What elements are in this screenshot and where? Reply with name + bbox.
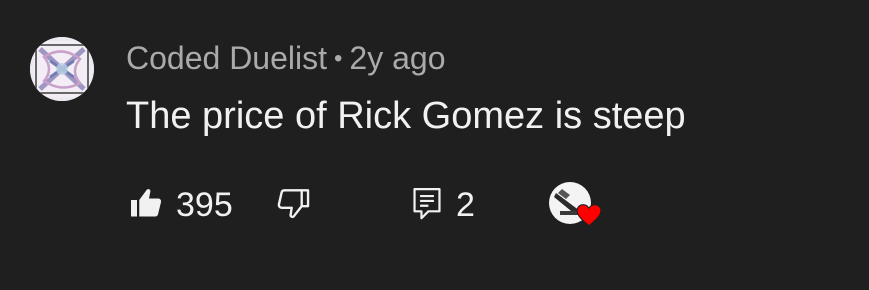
reply-comment-icon [410, 185, 444, 226]
reply-button[interactable]: 2 [410, 180, 475, 230]
like-button[interactable]: 395 [128, 180, 233, 230]
creator-heart-icon [576, 203, 602, 232]
dislike-button[interactable] [274, 180, 312, 230]
like-count: 395 [176, 185, 233, 224]
comment-card: Coded Duelist • 2y ago The price of Rick G… [0, 0, 869, 290]
creator-avatar [548, 181, 602, 227]
thumbs-up-icon [128, 185, 164, 226]
comment-meta: Coded Duelist • 2y ago [126, 38, 445, 82]
thumbs-down-icon [274, 184, 312, 227]
author-name[interactable]: Coded Duelist [126, 40, 327, 76]
comment-text: The price of Rick Gomez is steep [126, 95, 686, 137]
comment-actions: 395 2 [0, 180, 869, 230]
author-avatar[interactable] [30, 37, 94, 101]
creator-heart-badge [548, 178, 602, 228]
author-avatar-image [30, 37, 94, 101]
comment-age: 2y ago [349, 40, 446, 76]
meta-separator: • [334, 45, 343, 72]
reply-count: 2 [456, 185, 475, 224]
